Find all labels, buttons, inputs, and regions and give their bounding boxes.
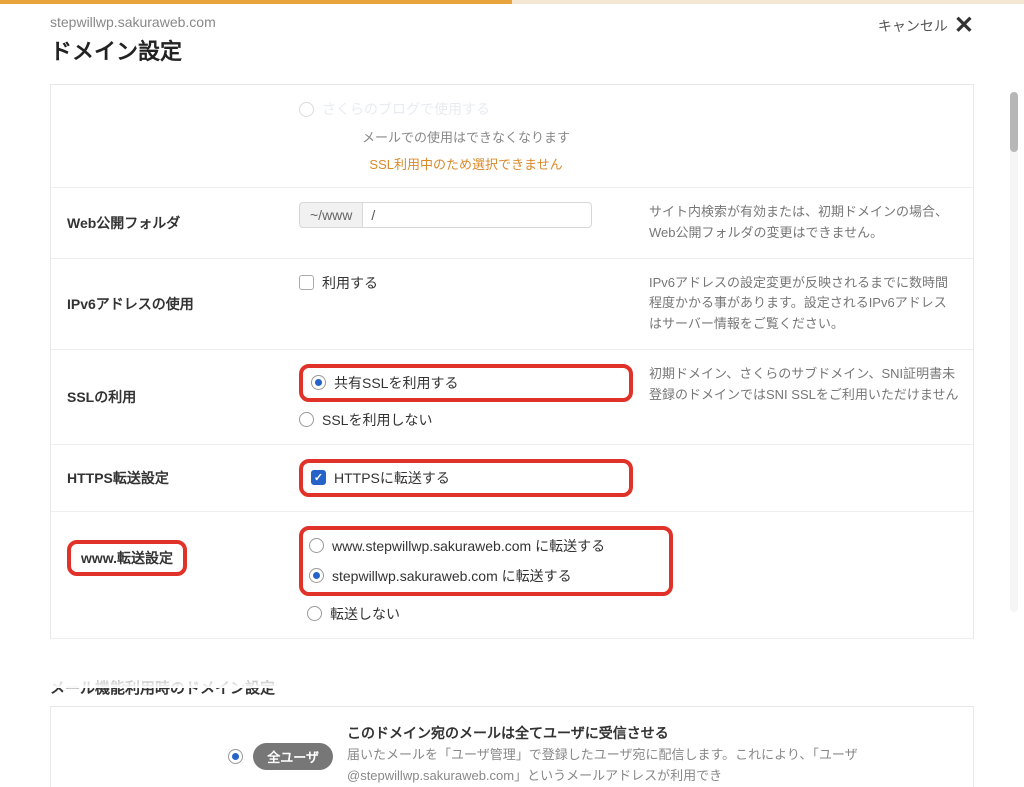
row-www-redirect: www.転送設定 www.stepwillwp.sakuraweb.com に転… [51, 512, 973, 639]
highlight-www-label: www.転送設定 [67, 540, 187, 576]
radio-no-redirect-label: 転送しない [330, 604, 400, 624]
page-title: ドメイン設定 [50, 34, 216, 66]
mail-panel: 全ユーザ このドメイン宛のメールは全てユーザに受信させる 届いたメールを「ユーザ… [50, 706, 974, 787]
radio-checked-icon [311, 375, 326, 390]
row-web-folder: Web公開フォルダ ~/www サイト内検索が有効または、初期ドメインの場合、W… [51, 188, 973, 259]
scrollbar-thumb[interactable] [1010, 92, 1018, 152]
label-https: HTTPS転送設定 [51, 445, 291, 511]
radio-mail-allusers[interactable]: 全ユーザ [228, 727, 333, 787]
cancel-label: キャンセル [878, 16, 948, 36]
radio-root-redirect-label: stepwillwp.sakuraweb.com に転送する [332, 566, 572, 586]
radio-icon [309, 538, 324, 553]
ssl-warn-note: SSL利用中のため選択できません [369, 154, 562, 173]
mail-disabled-note: メールでの使用はできなくなります [362, 127, 570, 146]
web-folder-input-group: ~/www [299, 202, 633, 228]
web-folder-note: サイト内検索が有効または、初期ドメインの場合、Web公開フォルダの変更はできませ… [641, 188, 973, 258]
mail-allusers-desc: 届いたメールを「ユーザ管理」で登録したユーザ宛に配信します。これにより、「ユーザ… [347, 745, 959, 787]
checkbox-https-label: HTTPSに転送する [334, 468, 450, 488]
mail-section-title: メール機能利用時のドメイン設定 [50, 677, 974, 698]
mail-allusers-title: このドメイン宛のメールは全てユーザに受信させる [347, 723, 959, 743]
web-folder-input[interactable] [362, 202, 592, 228]
mail-row-allusers: 全ユーザ このドメイン宛のメールは全てユーザに受信させる 届いたメールを「ユーザ… [51, 707, 973, 787]
radio-no-redirect[interactable]: 転送しない [307, 604, 673, 624]
row-ipv6: IPv6アドレスの使用 利用する IPv6アドレスの設定変更が反映されるまでに数… [51, 259, 973, 350]
ipv6-note: IPv6アドレスの設定変更が反映されるまでに数時間程度かかる事があります。設定さ… [641, 259, 973, 349]
settings-panel: さくらのブログで使用する メールでの使用はできなくなります SSL利用中のため選… [50, 84, 974, 639]
label-ipv6: IPv6アドレスの使用 [51, 259, 291, 349]
header: stepwillwp.sakuraweb.com ドメイン設定 キャンセル ✕ [0, 4, 1024, 72]
checkbox-ipv6[interactable]: 利用する [299, 273, 633, 293]
radio-icon [307, 606, 322, 621]
radio-icon [299, 412, 314, 427]
domain-url: stepwillwp.sakuraweb.com [50, 14, 216, 30]
checkbox-ipv6-label: 利用する [322, 273, 378, 293]
row-https: HTTPS転送設定 ✓ HTTPSに転送する [51, 445, 973, 512]
radio-www-redirect-label: www.stepwillwp.sakuraweb.com に転送する [332, 536, 605, 556]
label-www: www.転送設定 [81, 550, 173, 566]
radio-www-redirect[interactable]: www.stepwillwp.sakuraweb.com に転送する [309, 536, 659, 556]
radio-sakura-blog[interactable]: さくらのブログで使用する [299, 99, 490, 119]
path-prefix: ~/www [299, 202, 362, 228]
cancel-button[interactable]: キャンセル ✕ [878, 14, 974, 38]
checkbox-checked-icon: ✓ [311, 470, 326, 485]
label-ssl: SSLの利用 [51, 350, 291, 444]
checkbox-unchecked-icon [299, 275, 314, 290]
row-ssl: SSLの利用 共有SSLを利用する SSLを利用しない 初期ドメイン、さくらのサ… [51, 350, 973, 445]
ssl-note: 初期ドメイン、さくらのサブドメイン、SNI証明書未登録のドメインではSNI SS… [641, 350, 973, 444]
radio-checked-icon [309, 568, 324, 583]
radio-ssl-use[interactable]: 共有SSLを利用する [311, 373, 617, 393]
radio-icon [299, 102, 314, 117]
scrollbar-track[interactable] [1010, 92, 1018, 612]
row-blog-use-cut: さくらのブログで使用する メールでの使用はできなくなります SSL利用中のため選… [51, 85, 973, 188]
close-icon: ✕ [954, 14, 974, 38]
highlight-www-options: www.stepwillwp.sakuraweb.com に転送する stepw… [299, 526, 673, 596]
checkbox-https[interactable]: ✓ HTTPSに転送する [311, 468, 617, 488]
radio-ssl-none[interactable]: SSLを利用しない [299, 410, 633, 430]
radio-sakura-blog-label: さくらのブログで使用する [322, 99, 490, 119]
highlight-ssl-use: 共有SSLを利用する [299, 364, 633, 402]
highlight-https: ✓ HTTPSに転送する [299, 459, 633, 497]
radio-root-redirect[interactable]: stepwillwp.sakuraweb.com に転送する [309, 566, 659, 586]
radio-ssl-use-label: 共有SSLを利用する [334, 373, 458, 393]
radio-ssl-none-label: SSLを利用しない [322, 410, 432, 430]
label-web-folder: Web公開フォルダ [51, 188, 291, 258]
radio-checked-icon [228, 749, 243, 764]
pill-allusers: 全ユーザ [253, 743, 333, 770]
